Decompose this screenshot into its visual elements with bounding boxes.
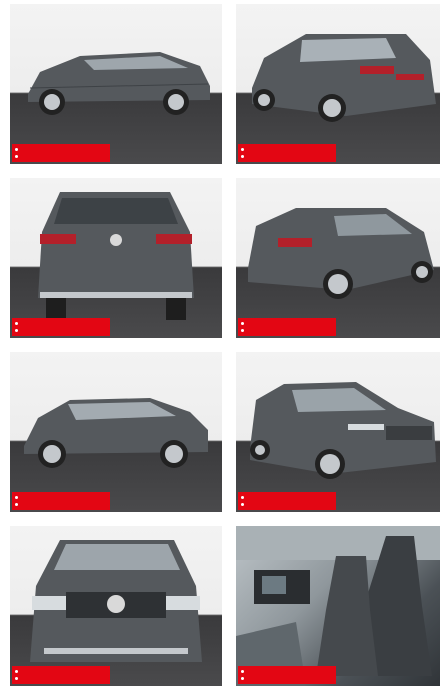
- photo-thumbnail-side-2[interactable]: [10, 352, 222, 512]
- photo-gallery: [0, 0, 440, 686]
- photo-badge: [238, 318, 336, 336]
- badge-dot-icon: [15, 322, 18, 325]
- photo-thumbnail-front[interactable]: [10, 526, 222, 686]
- car-front-three-quarter-image: [250, 382, 436, 479]
- photo-thumbnail-side[interactable]: [10, 4, 222, 164]
- car-interior-image: [236, 526, 440, 686]
- photo-badge: [238, 666, 336, 684]
- badge-dot-icon: [15, 670, 18, 673]
- photo-badge: [12, 492, 110, 510]
- car-rear-three-quarter-left-image: [248, 208, 434, 299]
- badge-dot-icon: [241, 148, 244, 151]
- badge-dot-icon: [241, 670, 244, 673]
- badge-dot-icon: [15, 148, 18, 151]
- photo-badge: [238, 492, 336, 510]
- photo-badge: [12, 144, 110, 162]
- badge-dot-icon: [241, 677, 244, 680]
- photo-thumbnail-rear-three-quarter-left[interactable]: [236, 178, 440, 338]
- badge-dot-icon: [241, 496, 244, 499]
- badge-dot-icon: [15, 155, 18, 158]
- badge-dot-icon: [241, 503, 244, 506]
- badge-dot-icon: [15, 503, 18, 506]
- car-rear-image: [38, 192, 194, 320]
- photo-thumbnail-rear[interactable]: [10, 178, 222, 338]
- car-rear-three-quarter-image: [252, 34, 436, 122]
- photo-badge: [12, 666, 110, 684]
- badge-dot-icon: [241, 329, 244, 332]
- car-side-2-image: [24, 398, 208, 468]
- photo-thumbnail-rear-three-quarter[interactable]: [236, 4, 440, 164]
- badge-dot-icon: [241, 155, 244, 158]
- car-side-image: [28, 52, 210, 115]
- photo-badge: [12, 318, 110, 336]
- photo-badge: [238, 144, 336, 162]
- photo-thumbnail-front-three-quarter[interactable]: [236, 352, 440, 512]
- badge-dot-icon: [15, 496, 18, 499]
- car-front-image: [30, 540, 202, 662]
- badge-dot-icon: [241, 322, 244, 325]
- badge-dot-icon: [15, 677, 18, 680]
- badge-dot-icon: [15, 329, 18, 332]
- photo-thumbnail-interior[interactable]: [236, 526, 440, 686]
